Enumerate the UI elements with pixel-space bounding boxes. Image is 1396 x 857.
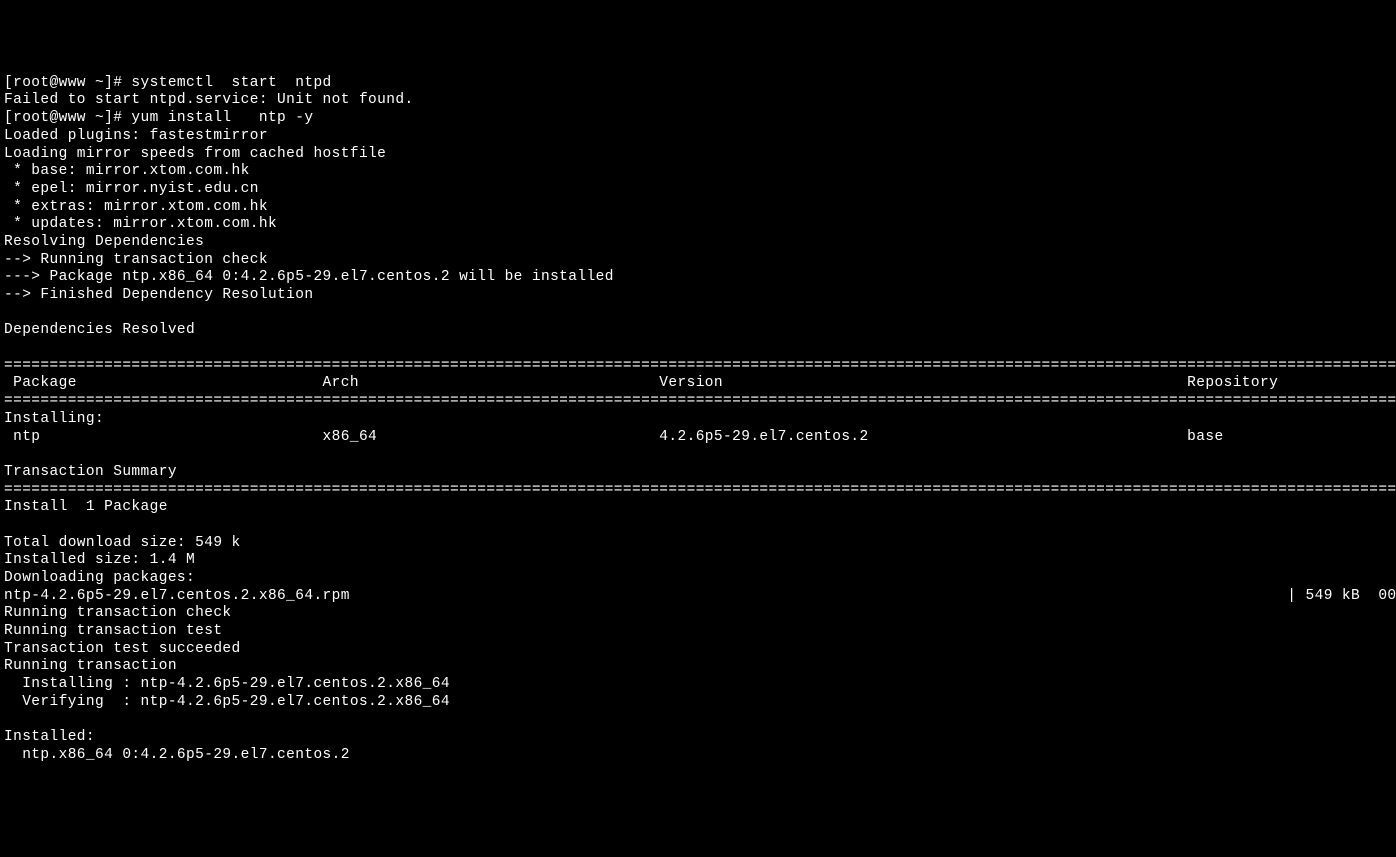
running-trans: Running transaction [4,658,177,674]
prompt-line-1: [root@www ~]# systemctl start ntpd [4,75,332,91]
prompt: [root@www ~]# [4,75,131,91]
mirror-updates: * updates: mirror.xtom.com.hk [4,216,277,232]
mirror-base: * base: mirror.xtom.com.hk [4,163,250,179]
finished-dep: --> Finished Dependency Resolution [4,287,313,303]
plugins-line: Loaded plugins: fastestmirror [4,128,268,144]
trans-check: --> Running transaction check [4,252,268,268]
rpm-download-line: ntp-4.2.6p5-29.el7.centos.2.x86_64.rpm |… [4,588,1396,604]
installing-header: Installing: [4,411,104,427]
table-row: ntp x86_64 4.2.6p5-29.el7.centos.2 base … [4,429,1396,445]
resolving-deps: Resolving Dependencies [4,234,204,250]
pkg-to-install: ---> Package ntp.x86_64 0:4.2.6p5-29.el7… [4,269,614,285]
table-header: Package Arch Version Repository Size [4,375,1396,391]
install-count: Install 1 Package [4,499,168,515]
downloading-packages: Downloading packages: [4,570,195,586]
total-download-size: Total download size: 549 k [4,535,241,551]
mirror-extras: * extras: mirror.xtom.com.hk [4,199,268,215]
mirror-epel: * epel: mirror.nyist.edu.cn [4,181,259,197]
command-1: systemctl start ntpd [131,75,331,91]
installed-size: Installed size: 1.4 M [4,552,195,568]
running-trans-test: Running transaction test [4,623,222,639]
install-step: Installing : ntp-4.2.6p5-29.el7.centos.2… [4,676,1396,692]
trans-summary-header: Transaction Summary [4,464,177,480]
command-2: yum install ntp -y [131,110,313,126]
error-line: Failed to start ntpd.service: Unit not f… [4,92,414,108]
ruler-bottom: ========================================… [4,482,1396,498]
prompt: [root@www ~]# [4,110,131,126]
ruler-top: ========================================… [4,358,1396,374]
blank [4,712,13,728]
running-trans-check: Running transaction check [4,605,232,621]
ruler-mid: ========================================… [4,393,1396,409]
loading-mirrors-line: Loading mirror speeds from cached hostfi… [4,146,386,162]
verify-step: Verifying : ntp-4.2.6p5-29.el7.centos.2.… [4,694,1396,710]
deps-resolved: Dependencies Resolved [4,322,195,338]
prompt-line-2: [root@www ~]# yum install ntp -y [4,110,313,126]
blank [4,446,13,462]
installed-pkg: ntp.x86_64 0:4.2.6p5-29.el7.centos.2 [4,747,350,763]
blank [4,340,13,356]
blank [4,305,13,321]
terminal-output[interactable]: [root@www ~]# systemctl start ntpd Faile… [4,75,1392,765]
installed-header: Installed: [4,729,95,745]
blank [4,517,13,533]
trans-test-ok: Transaction test succeeded [4,641,241,657]
